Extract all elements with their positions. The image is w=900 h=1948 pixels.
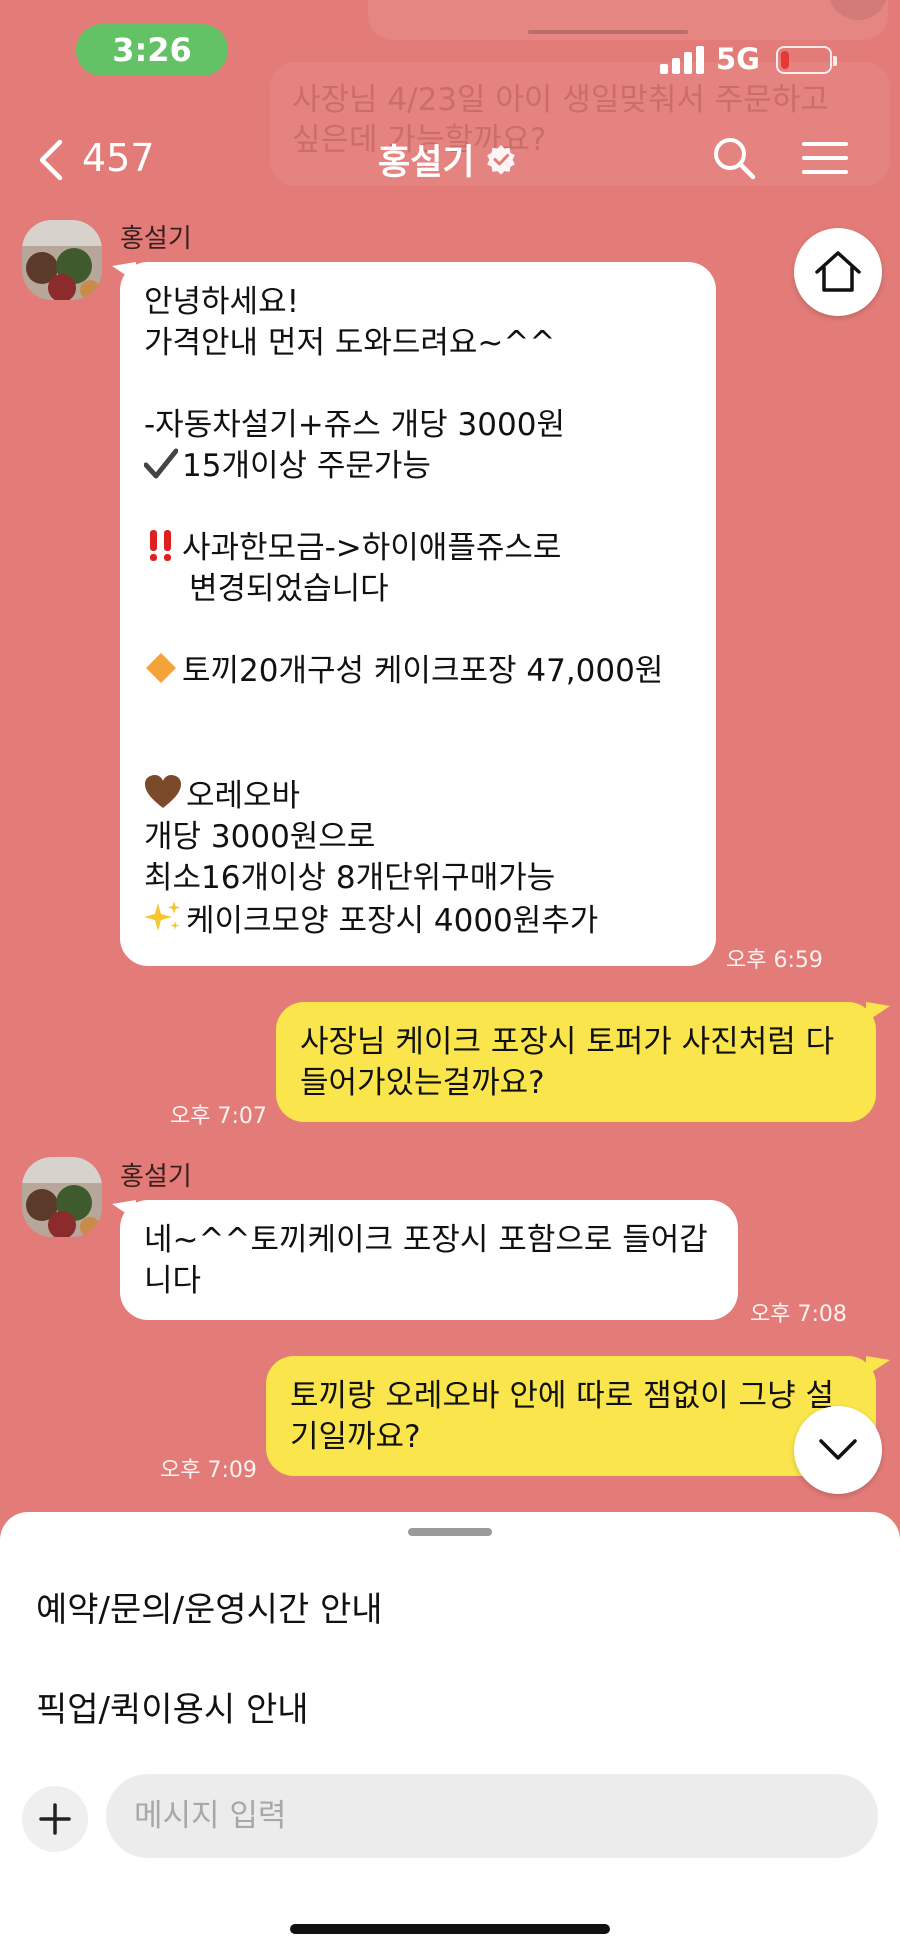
attach-button[interactable] — [22, 1786, 88, 1852]
sparkles-icon — [144, 901, 180, 931]
message-line-sparkles: 케이크모양 포장시 4000원추가 — [144, 899, 692, 942]
verified-badge-icon — [486, 145, 515, 175]
quick-menu-item-pickup[interactable]: 픽업/퀵이용시 안내 — [36, 1682, 309, 1731]
message-line — [144, 610, 692, 651]
message-line — [144, 733, 692, 774]
avatar-image — [22, 1157, 102, 1237]
back-chevron-icon[interactable] — [36, 138, 66, 182]
message-line-diamond: 토끼20개구성 케이크포장 47,000원 — [144, 651, 692, 692]
back-unread-count[interactable]: 457 — [82, 136, 155, 180]
double-exclamation-icon — [150, 530, 171, 561]
network-label: 5G — [716, 42, 760, 76]
chevron-down-icon — [819, 1439, 857, 1460]
message-line: 15개이상 주문가능 — [182, 448, 431, 484]
sender-avatar[interactable] — [22, 1157, 102, 1237]
message-line — [144, 364, 692, 405]
message-line: 오레오바 — [186, 778, 301, 814]
sender-name: 홍설기 — [120, 224, 192, 254]
scroll-to-bottom-button[interactable] — [794, 1406, 882, 1494]
home-indicator — [290, 1924, 610, 1934]
message-line: 니다 — [144, 1263, 202, 1299]
chat-title-wrap[interactable]: 홍설기 — [378, 134, 517, 184]
message-line: 네~^^토끼케이크 포장시 포함으로 들어갑 — [144, 1222, 708, 1258]
message-time: 오후 7:07 — [170, 1104, 267, 1129]
message-line: 토끼20개구성 케이크포장 47,000원 — [182, 653, 664, 689]
home-icon — [815, 251, 861, 292]
message-line-heart: 오레오바 — [144, 774, 692, 817]
message-bubble-incoming[interactable]: 안녕하세요! 가격안내 먼저 도와드려요~^^ -자동차설기+쥬스 개당 300… — [120, 262, 716, 966]
quick-menu-item-reservation[interactable]: 예약/문의/운영시간 안내 — [36, 1582, 383, 1631]
message-line — [144, 692, 692, 733]
message-line: 변경되었습니다 — [189, 571, 389, 607]
plus-icon — [39, 1803, 71, 1835]
home-button[interactable] — [794, 228, 882, 316]
message-bubble-outgoing[interactable]: 토끼랑 오레오바 안에 따로 잼없이 그냥 설 기일까요? — [266, 1356, 876, 1476]
sheet-drag-handle[interactable] — [408, 1528, 492, 1536]
message-line-check: 15개이상 주문가능 — [144, 446, 692, 487]
avatar-image — [22, 220, 102, 300]
message-time: 오후 6:59 — [726, 948, 823, 973]
message-line: 기일까요? — [290, 1419, 421, 1455]
bubble-tail — [866, 1356, 890, 1376]
message-bubble-incoming[interactable]: 네~^^토끼케이크 포장시 포함으로 들어갑 니다 — [120, 1200, 738, 1320]
banner-line-1: 사장님 4/23일 아이 생일맞춰서 주문하고 — [292, 82, 829, 118]
notification-overlay — [368, 0, 888, 40]
hamburger-menu-icon[interactable] — [802, 140, 848, 176]
notification-banner[interactable]: 사장님 4/23일 아이 생일맞춰서 주문하고 싶은데 가능할까요? — [270, 62, 890, 186]
message-line — [144, 487, 692, 528]
sender-name: 홍설기 — [120, 1162, 192, 1192]
message-line: 개당 3000원으로 — [144, 819, 376, 855]
message-line-alert: 사과한모금->하이애플쥬스로 — [144, 528, 692, 569]
orange-diamond-icon — [146, 653, 176, 683]
battery-icon — [776, 46, 837, 74]
message-line: 케이크모양 포장시 4000원추가 — [186, 903, 599, 939]
message-time: 오후 7:08 — [750, 1302, 847, 1327]
message-line: 가격안내 먼저 도와드려요~^^ — [144, 325, 556, 361]
overlay-edge — [828, 0, 888, 20]
message-time: 오후 7:09 — [160, 1458, 257, 1483]
message-line: 사장님 케이크 포장시 토퍼가 사진처럼 다 — [300, 1024, 835, 1060]
message-line: -자동차설기+쥬스 개당 3000원 — [144, 407, 565, 443]
quick-menu-sheet: 예약/문의/운영시간 안내 픽업/퀵이용시 안내 — [0, 1512, 900, 1760]
bubble-tail — [866, 1002, 890, 1022]
chat-title: 홍설기 — [378, 142, 475, 183]
message-line: 들어가있는걸까요? — [300, 1065, 545, 1101]
message-bubble-outgoing[interactable]: 사장님 케이크 포장시 토퍼가 사진처럼 다 들어가있는걸까요? — [276, 1002, 876, 1122]
message-input-bar — [0, 1760, 900, 1948]
sender-avatar[interactable] — [22, 220, 102, 300]
status-time: 3:26 — [76, 24, 228, 76]
message-input[interactable] — [106, 1774, 878, 1858]
overlay-handle — [528, 30, 688, 34]
signal-icon — [660, 46, 706, 74]
message-line: 사과한모금->하이애플쥬스로 — [182, 530, 562, 566]
heavy-check-mark-icon — [144, 448, 178, 479]
search-icon[interactable] — [712, 136, 756, 180]
message-line: 토끼랑 오레오바 안에 따로 잼없이 그냥 설 — [290, 1378, 834, 1414]
message-line: 최소16개이상 8개단위구매가능 — [144, 860, 556, 896]
message-line: 안녕하세요! — [144, 284, 300, 320]
brown-heart-icon — [145, 775, 181, 808]
